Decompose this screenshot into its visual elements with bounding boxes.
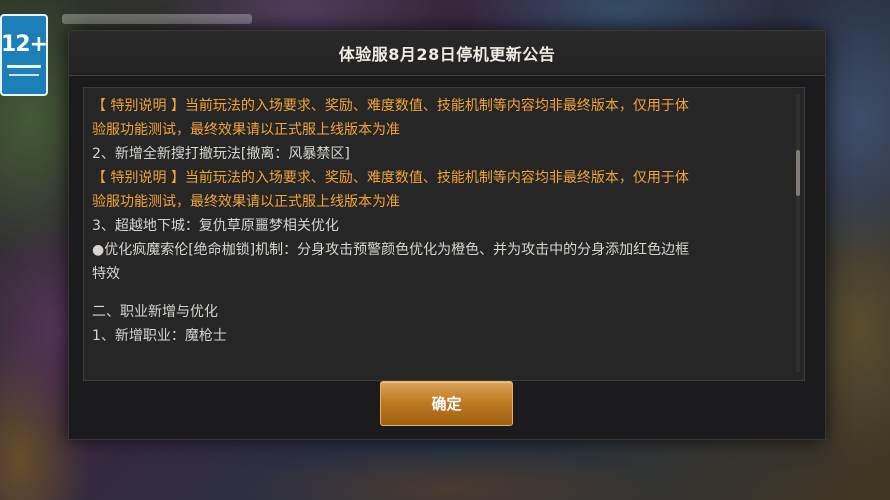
scroll-fade [84,360,804,380]
announcement-line: 验服功能测试，最终效果请以正式服上线版本为准 [92,194,400,210]
dialog-header: 体验服8月28日停机更新公告 [69,31,825,76]
announcement-line: 3、超越地下城：复仇草原噩梦相关优化 [92,218,339,234]
age-rating-bar [7,65,41,68]
announcement-line: 【 特别说明 】当前玩法的入场要求、奖励、难度数值、技能机制等内容均非最终版本，… [92,98,689,114]
age-rating-badge: 12+ [0,14,48,96]
announcement-line: 验服功能测试，最终效果请以正式服上线版本为准 [92,122,400,138]
blurred-caption [62,14,252,24]
age-rating-bar [9,74,39,76]
announcement-line: 1、新增职业：魔枪士 [92,328,227,344]
announcement-dialog: 体验服8月28日停机更新公告 【 特别说明 】当前玩法的入场要求、奖励、难度数值… [68,30,826,440]
dialog-title: 体验服8月28日停机更新公告 [338,45,556,64]
age-rating-label: 12+ [0,32,48,57]
scrollbar[interactable] [796,94,800,372]
announcement-line: 2、新增全新搜打撤玩法[撤离：风暴禁区] [92,146,350,162]
announcement-line: 特效 [92,266,120,282]
announcement-line [92,286,782,300]
announcement-text: 【 特别说明 】当前玩法的入场要求、奖励、难度数值、技能机制等内容均非最终版本，… [92,94,782,348]
announcement-line: 二、职业新增与优化 [92,304,218,320]
announcement-line: ●优化疯魔索伦[绝命枷锁]机制：分身攻击预警颜色优化为橙色、并为攻击中的分身添加… [92,242,690,258]
scrollbar-thumb[interactable] [796,150,800,196]
confirm-button[interactable]: 确定 [380,381,513,426]
announcement-scroll-area[interactable]: 【 特别说明 】当前玩法的入场要求、奖励、难度数值、技能机制等内容均非最终版本，… [83,87,805,381]
announcement-line: 【 特别说明 】当前玩法的入场要求、奖励、难度数值、技能机制等内容均非最终版本，… [92,170,689,186]
